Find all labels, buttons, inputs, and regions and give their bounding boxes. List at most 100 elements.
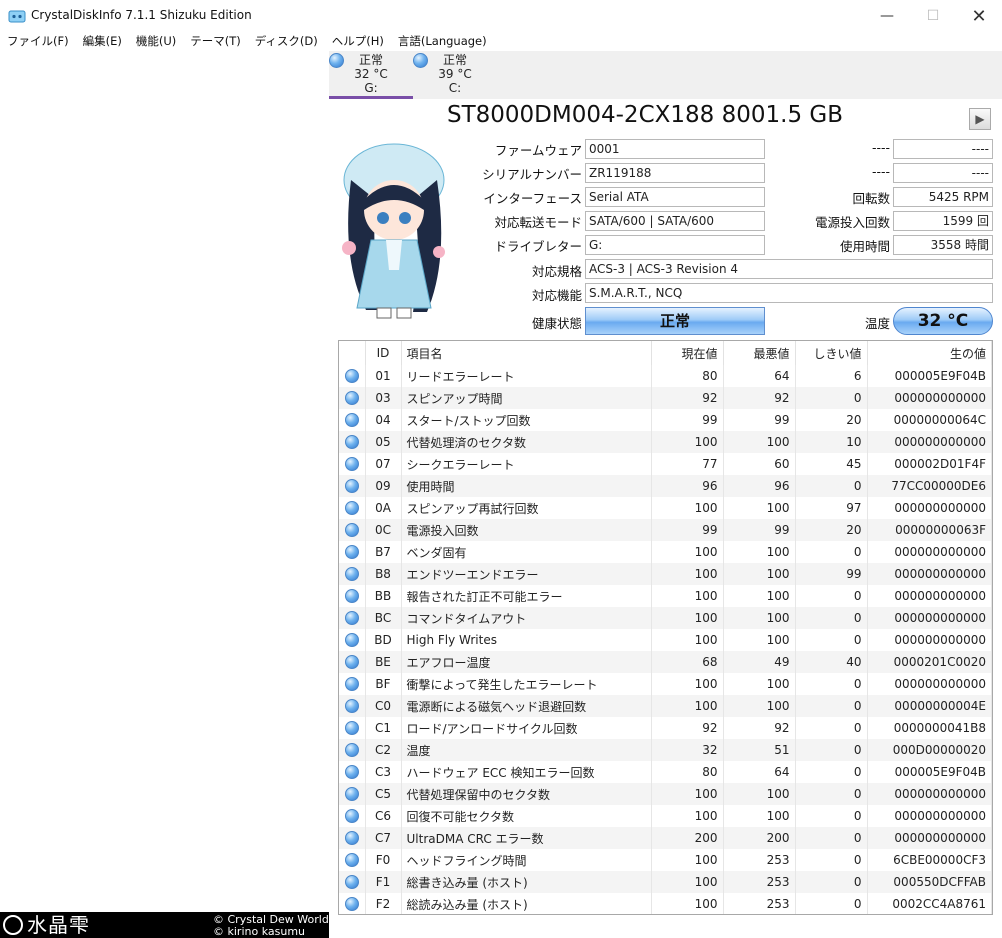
table-row[interactable]: C0 電源断による磁気ヘッド退避回数 100 100 0 00000000004E (339, 695, 992, 717)
attr-id: BB (365, 585, 402, 607)
menu-file[interactable]: ファイル(F) (0, 32, 76, 51)
table-row[interactable]: 03 スピンアップ時間 92 92 0 000000000000 (339, 387, 992, 409)
attr-name: 衝撃によって発生したエラーレート (401, 673, 652, 695)
left-panel (0, 51, 329, 938)
maximize-button[interactable]: ☐ (910, 0, 956, 32)
col-raw-header[interactable]: 生の値 (867, 341, 992, 365)
table-row[interactable]: 07 シークエラーレート 77 60 45 000002D01F4F (339, 453, 992, 475)
col-status-header[interactable] (339, 341, 366, 365)
attr-threshold: 20 (795, 519, 868, 541)
disk-tab-c[interactable]: 正常 39 °C C: (413, 51, 497, 99)
status-cell (339, 519, 366, 541)
table-row[interactable]: B7 ベンダ固有 100 100 0 000000000000 (339, 541, 992, 563)
table-row[interactable]: C7 UltraDMA CRC エラー数 200 200 0 000000000000 (339, 827, 992, 849)
menu-edit[interactable]: 編集(E) (76, 32, 129, 51)
attr-current: 100 (651, 783, 724, 805)
attr-threshold: 6 (795, 365, 868, 387)
attr-name: 電源断による磁気ヘッド退避回数 (401, 695, 652, 717)
attr-id: C5 (365, 783, 402, 805)
disk-tabs: 正常 32 °C G: 正常 39 °C C: (329, 51, 1002, 99)
health-good-icon (344, 897, 359, 912)
table-row[interactable]: C5 代替処理保留中のセクタ数 100 100 0 000000000000 (339, 783, 992, 805)
col-id-header[interactable]: ID (365, 341, 402, 365)
attr-name: 温度 (401, 739, 652, 761)
attr-name: リードエラーレート (401, 365, 652, 387)
smart-attributes-list[interactable]: ID 項目名 現在値 最悪値 しきい値 生の値 01 リードエラーレート 80 64 6… (338, 340, 993, 915)
table-row[interactable]: 09 使用時間 96 96 0 77CC00000DE6 (339, 475, 992, 497)
table-row[interactable]: 05 代替処理済のセクタ数 100 100 10 000000000000 (339, 431, 992, 453)
table-row[interactable]: BC コマンドタイムアウト 100 100 0 000000000000 (339, 607, 992, 629)
status-cell (339, 651, 366, 673)
attr-current: 68 (651, 651, 724, 673)
col-worst-header[interactable]: 最悪値 (723, 341, 796, 365)
health-label: 健康状態 (531, 316, 582, 331)
menu-language[interactable]: 言語(Language) (391, 32, 494, 51)
attr-raw: 000000000000 (867, 673, 992, 695)
health-good-icon (344, 457, 359, 472)
logo-icon (3, 915, 23, 935)
attr-current: 100 (651, 871, 724, 893)
attr-threshold: 0 (795, 695, 868, 717)
col-threshold-header[interactable]: しきい値 (795, 341, 868, 365)
attr-raw: 000005E9F04B (867, 365, 992, 387)
next-disk-button[interactable]: ▶ (969, 108, 991, 130)
minimize-button[interactable]: — (864, 0, 910, 32)
transfer-mode-label: 対応転送モード (494, 215, 582, 230)
attr-threshold: 45 (795, 453, 868, 475)
table-row[interactable]: 0A スピンアップ再試行回数 100 100 97 000000000000 (339, 497, 992, 519)
table-row[interactable]: 04 スタート/ストップ回数 99 99 20 00000000064C (339, 409, 992, 431)
health-good-icon (344, 501, 359, 516)
status-cell (339, 585, 366, 607)
attr-threshold: 99 (795, 563, 868, 585)
attr-current: 99 (651, 409, 724, 431)
attr-name: スタート/ストップ回数 (401, 409, 652, 431)
menu-function[interactable]: 機能(U) (129, 32, 183, 51)
table-row[interactable]: BE エアフロー温度 68 49 40 0000201C0020 (339, 651, 992, 673)
credit-bar: 水晶雫 © Crystal Dew World © kirino kasumu (0, 912, 329, 938)
attr-name: 総書き込み量 (ホスト) (401, 871, 652, 893)
health-good-icon (344, 391, 359, 406)
menu-disk[interactable]: ディスク(D) (248, 32, 325, 51)
menu-theme[interactable]: テーマ(T) (183, 32, 248, 51)
disk-tab-g[interactable]: 正常 32 °C G: (329, 51, 413, 99)
attr-threshold: 10 (795, 431, 868, 453)
close-button[interactable]: ✕ (956, 0, 1002, 32)
attr-name: シークエラーレート (401, 453, 652, 475)
table-row[interactable]: F2 総読み込み量 (ホスト) 100 253 0 0002CC4A8761 (339, 893, 992, 914)
attr-id: 03 (365, 387, 402, 409)
attr-raw: 000D00000020 (867, 739, 992, 761)
menu-help[interactable]: ヘルプ(H) (325, 32, 391, 51)
temperature-button[interactable]: 32 °C (893, 307, 993, 335)
attr-name: エアフロー温度 (401, 651, 652, 673)
table-row[interactable]: C6 回復不可能セクタ数 100 100 0 000000000000 (339, 805, 992, 827)
table-row[interactable]: BB 報告された訂正不可能エラー 100 100 0 000000000000 (339, 585, 992, 607)
attr-worst: 92 (723, 387, 796, 409)
table-row[interactable]: C2 温度 32 51 0 000D00000020 (339, 739, 992, 761)
health-status-button[interactable]: 正常 (585, 307, 765, 335)
table-row[interactable]: F0 ヘッドフライング時間 100 253 0 6CBE00000CF3 (339, 849, 992, 871)
status-cell (339, 629, 366, 651)
rotation-label: 回転数 (852, 191, 890, 206)
col-current-header[interactable]: 現在値 (651, 341, 724, 365)
table-row[interactable]: 01 リードエラーレート 80 64 6 000005E9F04B (339, 365, 992, 387)
attr-threshold: 0 (795, 387, 868, 409)
serial-value: ZR119188 (585, 163, 765, 183)
health-good-icon (344, 809, 359, 824)
attr-raw: 000000000000 (867, 827, 992, 849)
attr-raw: 0000201C0020 (867, 651, 992, 673)
table-row[interactable]: F1 総書き込み量 (ホスト) 100 253 0 000550DCFFAB (339, 871, 992, 893)
attr-current: 100 (651, 585, 724, 607)
table-row[interactable]: C3 ハードウェア ECC 検知エラー回数 80 64 0 000005E9F04B (339, 761, 992, 783)
table-row[interactable]: C1 ロード/アンロードサイクル回数 92 92 0 0000000041B8 (339, 717, 992, 739)
table-row[interactable]: B8 エンドツーエンドエラー 100 100 99 000000000000 (339, 563, 992, 585)
status-cell (339, 761, 366, 783)
health-good-icon (344, 677, 359, 692)
smart-table: ID 項目名 現在値 最悪値 しきい値 生の値 01 リードエラーレート 80 64 6… (339, 341, 992, 914)
table-row[interactable]: 0C 電源投入回数 99 99 20 00000000063F (339, 519, 992, 541)
col-name-header[interactable]: 項目名 (401, 341, 652, 365)
status-cell (339, 563, 366, 585)
table-row[interactable]: BD High Fly Writes 100 100 0 000000000000 (339, 629, 992, 651)
attr-name: 電源投入回数 (401, 519, 652, 541)
table-row[interactable]: BF 衝撃によって発生したエラーレート 100 100 0 000000000000 (339, 673, 992, 695)
attr-id: 09 (365, 475, 402, 497)
